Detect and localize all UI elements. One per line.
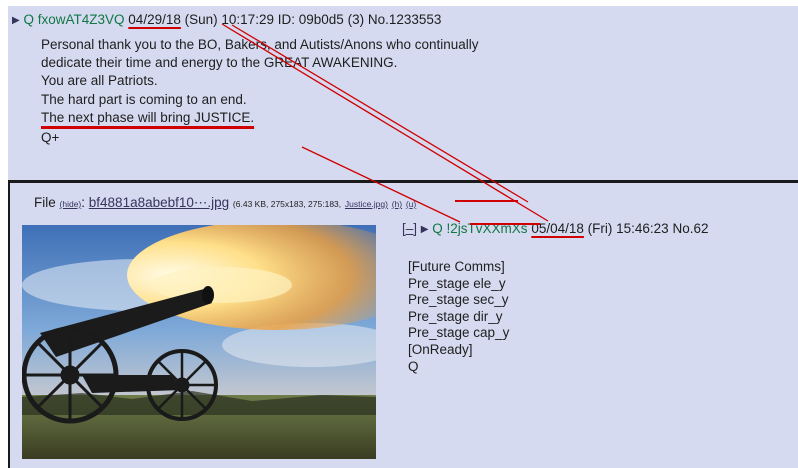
top-post-body: Personal thank you to the BO, Bakers, an… xyxy=(41,36,479,147)
body-line: The next phase will bring JUSTICE. xyxy=(41,109,255,125)
reply-number[interactable]: No.62 xyxy=(672,221,708,236)
reply-time: 15:46:23 xyxy=(616,221,669,236)
file-meta: (6.43 KB, 275x183, 275:183, xyxy=(232,199,342,209)
top-post-id-label: ID: xyxy=(277,12,295,27)
body-line: You are all Patriots. xyxy=(41,73,158,89)
top-post-tripcode: fxowAT4Z3VQ xyxy=(37,12,125,27)
file-info: File (hide): bf4881a8abebf10⋯.jpg (6.43 … xyxy=(34,195,417,210)
reply-line: Pre_stage ele_y xyxy=(408,275,506,291)
top-post-count: (3) xyxy=(347,12,365,27)
image-tool-u[interactable]: (u) xyxy=(406,199,416,209)
triangle-arrow-icon[interactable]: ▶ xyxy=(12,15,20,26)
q-mark: Q xyxy=(432,221,443,236)
triangle-arrow-icon[interactable]: ▶ xyxy=(421,224,429,235)
image-tool-h[interactable]: (h) xyxy=(392,199,402,209)
cannon-image[interactable] xyxy=(22,225,376,459)
reply-line: Pre_stage dir_y xyxy=(408,308,503,324)
reply-day: (Fri) xyxy=(587,221,613,236)
q-mark: Q xyxy=(23,12,34,27)
reply-post-body: [Future Comms] Pre_stage ele_y Pre_stage… xyxy=(408,259,509,375)
reply-line: Pre_stage sec_y xyxy=(408,292,509,308)
collapse-button[interactable]: [–] xyxy=(402,221,417,236)
reply-tripcode: !2jsTvXXmXs xyxy=(446,221,528,236)
file-name-link[interactable]: bf4881a8abebf10⋯.jpg xyxy=(89,195,229,210)
top-post-header: ▶ Q fxowAT4Z3VQ 04/29/18 (Sun) 10:17:29 … xyxy=(12,12,441,27)
top-post-signature: Q+ xyxy=(41,130,60,146)
top-post: ▶ Q fxowAT4Z3VQ 04/29/18 (Sun) 10:17:29 … xyxy=(8,6,798,183)
reply-signature: Q xyxy=(408,358,419,374)
image-post: File (hide): bf4881a8abebf10⋯.jpg (6.43 … xyxy=(8,183,798,468)
hide-link[interactable]: (hide) xyxy=(60,199,82,209)
reply-line: [Future Comms] xyxy=(408,259,505,274)
body-line: dedicate their time and energy to the GR… xyxy=(41,55,398,71)
top-post-id[interactable]: 09b0d5 xyxy=(299,12,344,27)
reply-date: 05/04/18 xyxy=(531,221,584,236)
reply-line: Pre_stage cap_y xyxy=(408,325,510,341)
body-line: The hard part is coming to an end. xyxy=(41,91,247,107)
file-label: File xyxy=(34,195,56,210)
reply-line: [OnReady] xyxy=(408,341,473,357)
top-post-date: 04/29/18 xyxy=(128,12,181,27)
body-line: Personal thank you to the BO, Bakers, an… xyxy=(41,37,479,52)
top-post-time: 10:17:29 xyxy=(221,12,274,27)
top-post-number[interactable]: No.1233553 xyxy=(368,12,442,27)
reply-post-header: [–] ▶ Q !2jsTvXXmXs 05/04/18 (Fri) 15:46… xyxy=(402,221,709,236)
source-link[interactable]: Justice.jpg) xyxy=(345,199,388,209)
top-post-day: (Sun) xyxy=(184,12,218,27)
